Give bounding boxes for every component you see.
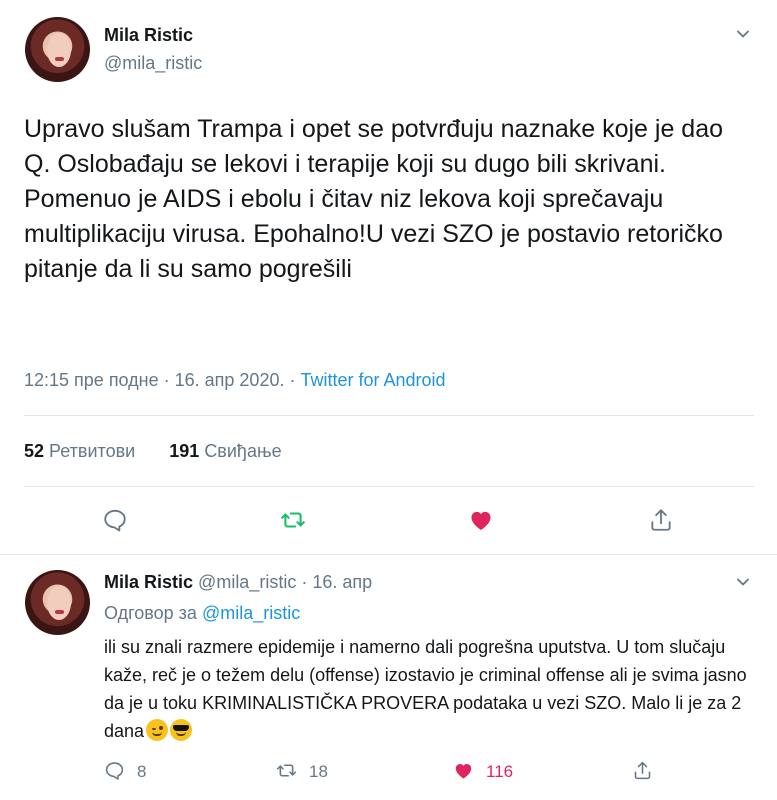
reply-author-handle[interactable]: @mila_ristic [198, 572, 296, 592]
chevron-down-icon[interactable] [736, 575, 750, 589]
replying-to: Одговор за @mila_ristic [104, 603, 300, 624]
tweet-source-link[interactable]: Twitter for Android [300, 370, 445, 390]
reply-icon[interactable] [104, 760, 125, 781]
share-icon[interactable] [632, 760, 653, 781]
author-name[interactable]: Mila Ristic [104, 25, 193, 46]
chevron-down-icon[interactable] [736, 27, 750, 41]
author-handle[interactable]: @mila_ristic [104, 53, 202, 74]
share-action[interactable] [632, 760, 653, 782]
tweet-separator [0, 554, 777, 555]
tweet-stats: 52 Ретвитови 191 Свиђање [24, 441, 282, 462]
winking-face-icon [146, 719, 169, 741]
retweet-icon[interactable] [280, 507, 306, 533]
reply-header: Mila Ristic @mila_ristic · 16. апр [104, 572, 372, 593]
reply-author-name[interactable]: Mila Ristic [104, 572, 193, 592]
avatar-face [47, 33, 71, 67]
tweet-timestamp[interactable]: 12:15 пре подне · 16. апр 2020. · [24, 370, 300, 390]
replying-to-label: Одговор за [104, 603, 202, 623]
like-heart-icon[interactable] [468, 507, 494, 533]
divider [24, 486, 754, 487]
like-heart-icon[interactable] [453, 760, 474, 781]
retweet-action[interactable]: 18 [276, 760, 328, 782]
reply-author-avatar[interactable] [25, 570, 90, 635]
reply-action[interactable]: 8 [104, 760, 146, 782]
reply-count: 8 [137, 762, 147, 781]
tweet-meta: 12:15 пре подне · 16. апр 2020. · Twitte… [24, 370, 446, 391]
retweet-icon[interactable] [276, 760, 297, 781]
reply-date[interactable]: · 16. апр [296, 572, 372, 592]
likes-count[interactable]: 191 [169, 441, 199, 461]
reply-text: ili su znali razmere epidemije i namerno… [104, 633, 754, 745]
avatar-face [47, 586, 71, 620]
author-avatar[interactable] [25, 17, 90, 82]
reply-icon[interactable] [102, 507, 128, 533]
divider [24, 415, 754, 416]
avatar-lips [55, 610, 64, 614]
share-icon[interactable] [648, 507, 674, 533]
retweet-count: 18 [309, 762, 328, 781]
likes-label[interactable]: Свиђање [204, 441, 281, 461]
reply-text-body: ili su znali razmere epidemije i namerno… [104, 637, 747, 741]
replying-to-handle[interactable]: @mila_ristic [202, 603, 300, 623]
retweets-label[interactable]: Ретвитови [49, 441, 135, 461]
avatar-lips [55, 57, 64, 61]
like-action[interactable]: 116 [453, 760, 513, 782]
like-count: 116 [486, 762, 514, 781]
sunglasses-face-icon [170, 719, 193, 741]
retweets-count[interactable]: 52 [24, 441, 44, 461]
tweet-text: Upravo slušam Trampa i opet se potvrđuju… [24, 115, 723, 283]
